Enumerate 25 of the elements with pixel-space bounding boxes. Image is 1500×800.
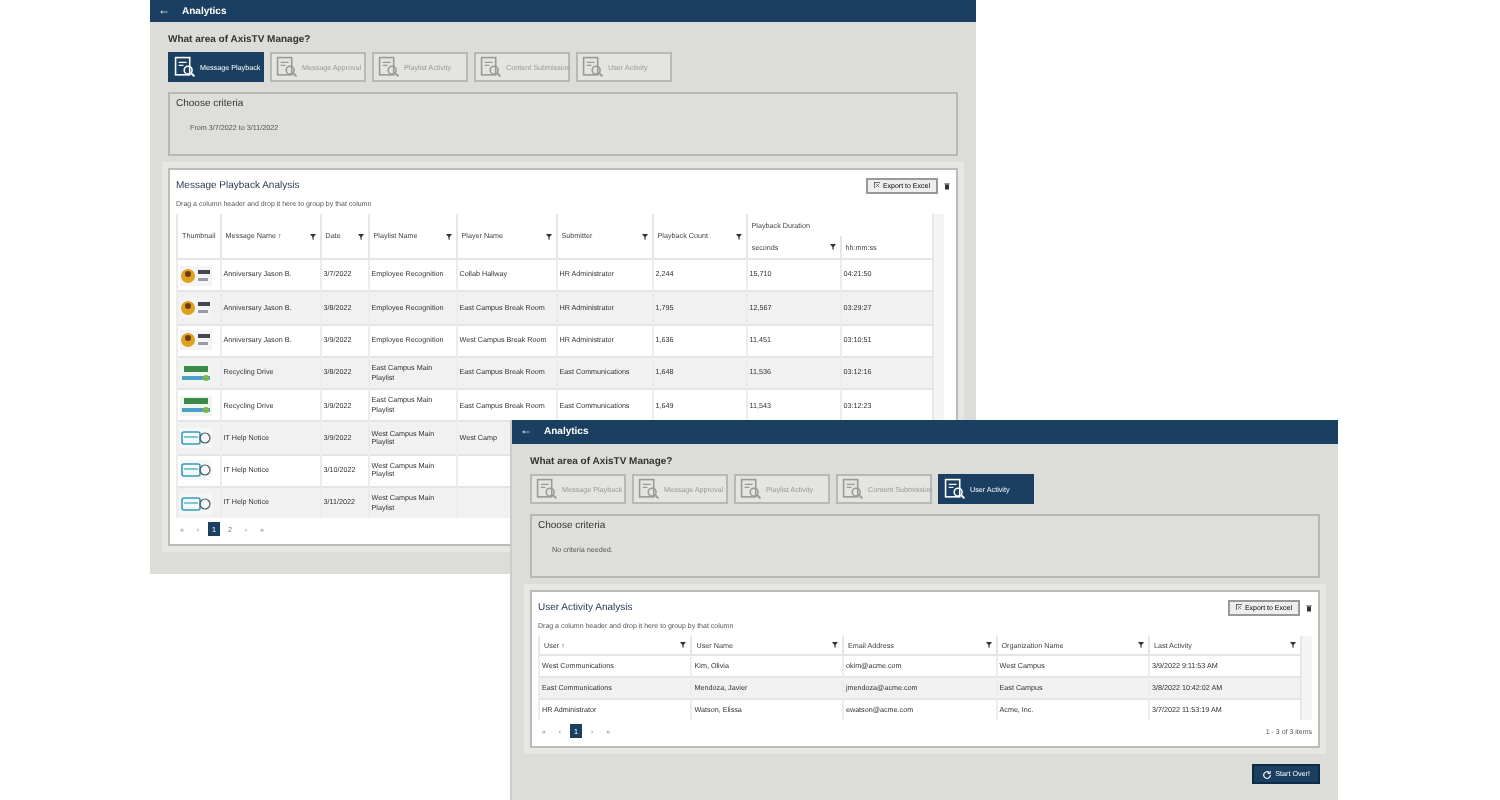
report-search-icon: [944, 478, 966, 500]
refresh-icon: [1261, 769, 1272, 779]
filter-icon[interactable]: [641, 233, 648, 239]
report-search-icon: [582, 56, 604, 78]
filter-icon[interactable]: [1137, 642, 1144, 648]
report-search-icon: [276, 56, 298, 78]
spreadsheet-icon: [873, 181, 881, 189]
report-search-icon: [536, 478, 558, 500]
filter-icon[interactable]: [680, 642, 687, 648]
filter-icon[interactable]: [829, 244, 836, 250]
filter-icon[interactable]: [357, 233, 364, 239]
report-search-icon: [740, 478, 762, 500]
filter-icon[interactable]: [309, 233, 316, 239]
filter-icon[interactable]: [1290, 642, 1297, 648]
report-search-icon: [378, 56, 400, 78]
trash-icon[interactable]: [1306, 603, 1312, 611]
spreadsheet-icon: [1235, 603, 1243, 611]
filter-icon[interactable]: [985, 642, 992, 648]
filter-icon[interactable]: [831, 642, 838, 648]
filter-icon[interactable]: [545, 233, 552, 239]
report-search-icon: [638, 478, 660, 500]
filter-icon[interactable]: [445, 233, 452, 239]
report-search-icon: [174, 56, 196, 78]
trash-icon[interactable]: [944, 181, 950, 189]
filter-icon[interactable]: [735, 233, 742, 239]
